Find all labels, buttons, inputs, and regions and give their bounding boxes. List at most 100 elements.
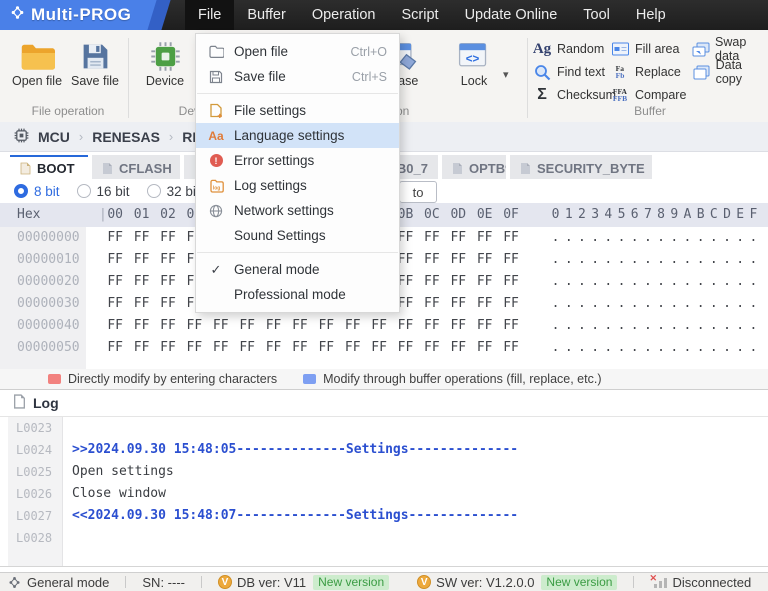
fill-area-button[interactable]: Fill area: [610, 40, 679, 58]
menu-item-shortcut: Ctrl+S: [351, 69, 387, 84]
random-icon: Ag: [532, 40, 552, 57]
swap-data-button[interactable]: Swap data: [692, 35, 768, 63]
log-row-L0027[interactable]: L0027 <<2024.09.30 15:48:07--------------…: [0, 505, 768, 527]
hex-ascii[interactable]: ................: [549, 227, 760, 249]
menubar-item-update-online[interactable]: Update Online: [452, 0, 571, 30]
disconnected-signal-icon: ✕: [649, 573, 668, 589]
operation-more-button[interactable]: ▾: [503, 68, 509, 81]
radio-16-bit[interactable]: 16 bit: [76, 184, 130, 199]
log-row-L0026[interactable]: L0026 Close window: [0, 483, 768, 505]
tab-security_byte[interactable]: SECURITY_BYTE: [510, 155, 652, 179]
sw-new-version-badge[interactable]: New version: [541, 574, 618, 590]
log-line-number: L0028: [16, 531, 53, 545]
menu-item-network-settings[interactable]: Network settings: [196, 198, 399, 223]
log-row-L0028[interactable]: L0028: [0, 527, 768, 549]
hex-row-00000040[interactable]: 00000040 FF FF FF FF FF FF FF FF FF FF FF FF FF FF FF FF…: [0, 315, 768, 337]
hex-address: 00000020: [17, 274, 80, 289]
hex-ascii[interactable]: ................: [549, 249, 760, 271]
open-folder-icon: [19, 38, 55, 74]
menu-separator: [197, 93, 398, 94]
search-icon: [532, 64, 552, 81]
hex-bytes[interactable]: FFFFFFFFFFFFFFFFFFFFFFFFFFFFFFFF: [102, 315, 524, 337]
menu-item-language-settings[interactable]: Aa Language settings: [196, 123, 399, 148]
menubar-item-script[interactable]: Script: [389, 0, 452, 30]
fill-area-icon: [610, 42, 630, 56]
tab-label: BOOT: [37, 160, 75, 176]
db-new-version-badge[interactable]: New version: [313, 574, 390, 590]
save-file-button[interactable]: Save file: [66, 38, 124, 88]
tab-label: B0_7: [396, 160, 428, 176]
radio-dot: [14, 184, 28, 198]
breadcrumb-item-renesas[interactable]: RENESAS: [92, 129, 160, 145]
menu-item-general-mode[interactable]: ✓ General mode: [196, 257, 399, 282]
folder-outline-icon: [206, 45, 226, 58]
open-file-label: Open file: [11, 74, 63, 88]
hex-address: 00000000: [17, 230, 80, 245]
hex-row-00000050[interactable]: 00000050 FF FF FF FF FF FF FF FF FF FF FF FF FF FF FF FF…: [0, 337, 768, 359]
log-body[interactable]: L0023 L0024 >>2024.09.30 15:48:05---------…: [0, 417, 768, 566]
hex-ascii[interactable]: ................: [549, 271, 760, 293]
compare-label: Compare: [635, 88, 687, 102]
legend-swatch: [48, 374, 61, 384]
data-copy-label: Data copy: [715, 58, 743, 86]
goto-button[interactable]: to: [399, 181, 437, 203]
status-mode[interactable]: General mode: [27, 575, 109, 590]
radio-dot: [76, 184, 91, 198]
menu-item-label: General mode: [234, 262, 320, 277]
file-dropdown-menu: Open file Ctrl+O Save file Ctrl+S File setti…: [195, 33, 400, 313]
swap-icon: [692, 42, 710, 57]
tab-optb9[interactable]: OPTB9: [442, 155, 506, 179]
find-text-button[interactable]: Find text: [532, 63, 605, 81]
device-button[interactable]: Device: [136, 38, 194, 88]
menubar-item-help[interactable]: Help: [623, 0, 679, 30]
log-row-L0025[interactable]: L0025 Open settings: [0, 461, 768, 483]
data-copy-button[interactable]: Data copy: [692, 58, 768, 86]
app-logo-icon: [10, 5, 25, 25]
hex-ascii[interactable]: ................: [549, 293, 760, 315]
open-file-button[interactable]: Open file: [8, 38, 66, 88]
menu-item-open-file[interactable]: Open file Ctrl+O: [196, 39, 399, 64]
legend-item: Modify through buffer operations (fill, …: [303, 372, 602, 386]
menu-item-label: Error settings: [234, 153, 315, 168]
menubar-item-operation[interactable]: Operation: [299, 0, 389, 30]
menu-item-professional-mode[interactable]: Professional mode: [196, 282, 399, 307]
log-doc-icon: [13, 394, 26, 412]
hex-ascii[interactable]: ................: [549, 337, 760, 359]
menu-item-label: Network settings: [234, 203, 334, 218]
menu-item-label: Log settings: [234, 178, 307, 193]
replace-button[interactable]: Fa Fb Replace: [610, 63, 681, 81]
compare-button[interactable]: FFA FFB Compare: [610, 86, 687, 104]
tab-boot[interactable]: BOOT: [10, 155, 88, 179]
menu-item-error-settings[interactable]: ! Error settings: [196, 148, 399, 173]
menubar-items: File Buffer Operation Script Update Online To…: [185, 0, 679, 30]
log-header: Log: [0, 390, 768, 417]
lock-button[interactable]: <> Lock: [444, 38, 504, 88]
menu-item-shortcut: Ctrl+O: [350, 44, 387, 59]
app-logo: Multi-PROG: [0, 0, 185, 30]
menubar-item-tool[interactable]: Tool: [570, 0, 623, 30]
tab-label: OPTB9: [469, 160, 506, 176]
log-line-number: L0023: [16, 421, 53, 435]
svg-text:<>: <>: [465, 52, 479, 65]
radio-8-bit[interactable]: 8 bit: [14, 184, 60, 199]
menu-item-file-settings[interactable]: File settings: [196, 98, 399, 123]
log-message: <<2024.09.30 15:48:07--------------Setti…: [72, 508, 519, 523]
log-line-number: L0026: [16, 487, 53, 501]
radio-32-bit[interactable]: 32 bit: [146, 184, 200, 199]
menubar-item-file[interactable]: File: [185, 0, 235, 30]
log-row-L0024[interactable]: L0024 >>2024.09.30 15:48:05--------------…: [0, 439, 768, 461]
menu-item-sound-settings[interactable]: Sound Settings: [196, 223, 399, 248]
checksum-button[interactable]: Σ Checksum: [532, 86, 616, 104]
menu-item-log-settings[interactable]: log Log settings: [196, 173, 399, 198]
tab-label: CFLASH: [119, 160, 172, 176]
random-button[interactable]: Ag Random: [532, 40, 604, 58]
hex-ascii[interactable]: ................: [549, 315, 760, 337]
log-row-L0023[interactable]: L0023: [0, 417, 768, 439]
tab-cflash[interactable]: CFLASH: [92, 155, 180, 179]
breadcrumb-item-mcu[interactable]: MCU: [38, 129, 70, 145]
log-line-number: L0024: [16, 443, 53, 457]
menubar-item-buffer[interactable]: Buffer: [234, 0, 298, 30]
menu-item-save-file[interactable]: Save file Ctrl+S: [196, 64, 399, 89]
hex-bytes[interactable]: FFFFFFFFFFFFFFFFFFFFFFFFFFFFFFFF: [102, 337, 524, 359]
log-line-number: L0027: [16, 509, 53, 523]
